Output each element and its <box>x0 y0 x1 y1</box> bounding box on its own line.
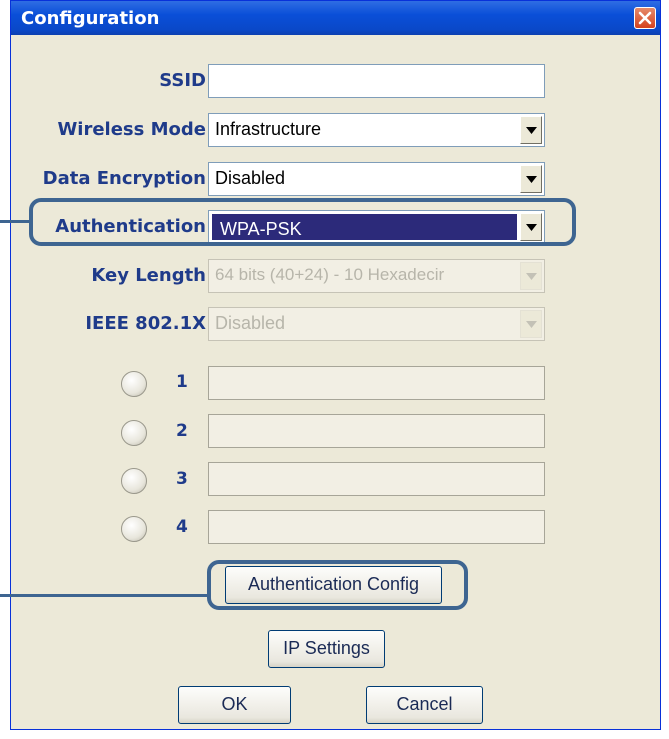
key-2-input[interactable] <box>208 414 545 448</box>
key-1-input[interactable] <box>208 366 545 400</box>
key-1-number: 1 <box>176 372 188 392</box>
key-4-number: 4 <box>176 517 188 537</box>
cancel-label: Cancel <box>396 694 453 714</box>
wireless-mode-dropdown-button[interactable] <box>520 116 542 144</box>
data-encryption-dropdown-button[interactable] <box>520 165 542 193</box>
ieee8021x-label: IEEE 802.1X <box>85 313 206 334</box>
auth-config-callout-leader <box>0 594 209 597</box>
close-icon <box>638 11 652 25</box>
data-encryption-select[interactable]: Disabled <box>208 162 545 196</box>
key-1-radio[interactable] <box>121 371 147 397</box>
chevron-down-icon <box>526 321 537 328</box>
chevron-down-icon <box>526 127 537 134</box>
key-3-radio[interactable] <box>121 468 147 494</box>
title-bar[interactable]: Configuration <box>11 1 660 35</box>
key-4-radio[interactable] <box>121 516 147 542</box>
data-encryption-value: Disabled <box>215 168 286 188</box>
key-2-radio[interactable] <box>121 420 147 446</box>
key-3-input[interactable] <box>208 462 545 496</box>
ok-label: OK <box>221 694 248 714</box>
data-encryption-label: Data Encryption <box>42 168 206 189</box>
key-length-value: 64 bits (40+24) - 10 Hexadecir <box>215 265 445 284</box>
ssid-label: SSID <box>159 70 206 91</box>
ieee8021x-dropdown-button[interactable] <box>520 310 542 338</box>
ieee8021x-select[interactable]: Disabled <box>208 307 545 341</box>
cancel-button[interactable]: Cancel <box>366 686 483 724</box>
chevron-down-icon <box>526 176 537 183</box>
key-length-label: Key Length <box>91 265 206 286</box>
auth-config-callout <box>207 560 468 610</box>
key-4-input[interactable] <box>208 510 545 544</box>
ok-button[interactable]: OK <box>178 686 291 724</box>
close-button[interactable] <box>634 7 656 29</box>
chevron-down-icon <box>526 273 537 280</box>
wireless-mode-label: Wireless Mode <box>57 119 206 140</box>
ssid-input[interactable] <box>208 64 545 98</box>
window-title: Configuration <box>21 8 160 29</box>
configuration-dialog: Configuration <box>10 0 661 730</box>
key-3-number: 3 <box>176 469 188 489</box>
wireless-mode-value: Infrastructure <box>215 119 322 139</box>
ieee8021x-value: Disabled <box>215 313 286 333</box>
key-length-select[interactable]: 64 bits (40+24) - 10 Hexadecir <box>208 259 545 293</box>
authentication-callout-leader <box>0 220 31 223</box>
authentication-callout <box>29 198 576 246</box>
key-2-number: 2 <box>176 421 188 441</box>
ip-settings-label: IP Settings <box>283 638 370 658</box>
wireless-mode-select[interactable]: Infrastructure <box>208 113 545 147</box>
ip-settings-button[interactable]: IP Settings <box>268 630 385 668</box>
key-length-dropdown-button[interactable] <box>520 262 542 290</box>
